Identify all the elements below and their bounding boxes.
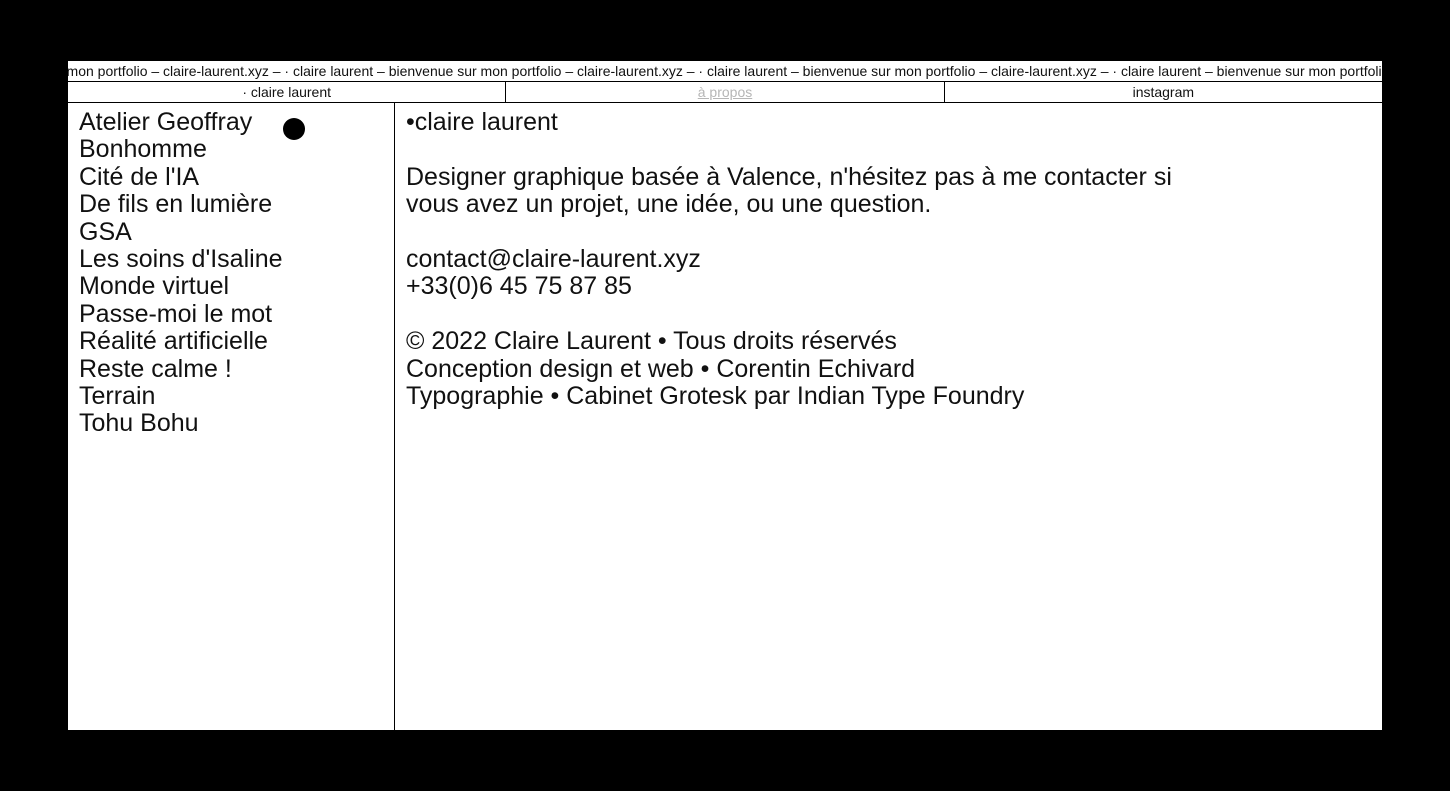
project-link-passe-moi-le-mot[interactable]: Passe-moi le mot [79, 300, 394, 328]
project-link-cite-de-l-ia[interactable]: Cité de l'IA [79, 163, 394, 191]
bio-line-2: vous avez un projet, une idée, ou une qu… [406, 190, 932, 219]
project-link-atelier-geoffray[interactable]: Atelier Geoffray [79, 108, 394, 136]
project-link-bonhomme[interactable]: Bonhomme [79, 136, 394, 164]
project-list: Atelier Geoffray Bonhomme Cité de l'IA D… [68, 103, 395, 730]
project-link-tohu-bohu[interactable]: Tohu Bohu [79, 410, 394, 438]
about-content: •claire laurent Designer graphique basée… [395, 103, 1382, 730]
project-link-realite-artificielle[interactable]: Réalité artificielle [79, 327, 394, 355]
design-credit: Conception design et web • Corentin Echi… [406, 354, 916, 383]
about-name: •claire laurent [406, 108, 558, 136]
marquee-banner: · mon portfolio – claire-laurent.xyz – ·… [68, 61, 1382, 82]
project-link-reste-calme[interactable]: Reste calme ! [79, 355, 394, 383]
email-link[interactable]: contact@claire-laurent.xyz [406, 245, 701, 273]
main-area: Atelier Geoffray Bonhomme Cité de l'IA D… [68, 103, 1382, 730]
nav-about-link[interactable]: à propos [506, 82, 945, 102]
copyright-text: © 2022 Claire Laurent • Tous droits rése… [406, 327, 897, 356]
project-link-les-soins-d-isaline[interactable]: Les soins d'Isaline [79, 245, 394, 273]
project-link-monde-virtuel[interactable]: Monde virtuel [79, 273, 394, 301]
top-nav: · claire laurent à propos instagram [68, 82, 1382, 103]
project-link-terrain[interactable]: Terrain [79, 382, 394, 410]
cursor-dot-icon [283, 118, 305, 140]
project-link-gsa[interactable]: GSA [79, 218, 394, 246]
project-link-de-fils-en-lumiere[interactable]: De fils en lumière [79, 190, 394, 218]
page: · mon portfolio – claire-laurent.xyz – ·… [68, 61, 1382, 730]
marquee-text: · mon portfolio – claire-laurent.xyz – ·… [68, 63, 1382, 79]
nav-instagram-link[interactable]: instagram [945, 82, 1382, 102]
type-credit: Typographie • Cabinet Grotesk par Indian… [406, 382, 1025, 411]
phone-link[interactable]: +33(0)6 45 75 87 85 [406, 272, 632, 300]
nav-home-link[interactable]: · claire laurent [68, 82, 507, 102]
bio-line-1: Designer graphique basée à Valence, n'hé… [406, 162, 1172, 191]
